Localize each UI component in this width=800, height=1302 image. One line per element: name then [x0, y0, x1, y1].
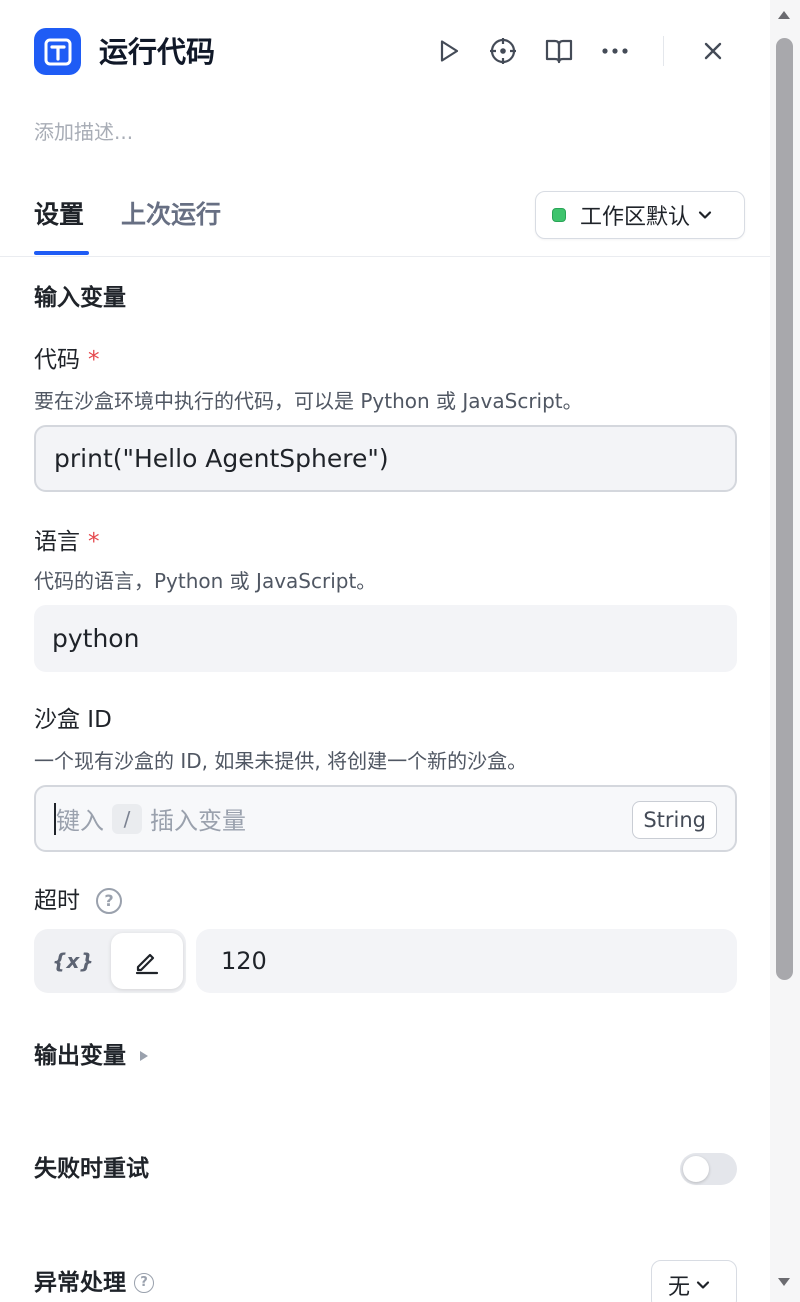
t-glyph-icon [44, 38, 71, 65]
scrollbar-thumb[interactable] [776, 38, 793, 980]
tab-settings[interactable]: 设置 [34, 196, 84, 234]
input-mode-toggle: {x} [34, 929, 186, 993]
run-button[interactable] [429, 32, 467, 70]
retry-label: 失败时重试 [34, 1156, 149, 1182]
exception-label-text: 异常处理 [34, 1270, 126, 1296]
timeout-input[interactable]: 120 [196, 929, 737, 993]
book-open-icon [545, 39, 573, 64]
code-label-text: 代码 [34, 347, 80, 373]
scroll-up-arrow-icon[interactable] [773, 4, 795, 26]
locate-button[interactable] [484, 32, 522, 70]
input-variables-title: 输入变量 [34, 285, 126, 311]
code-hint: 要在沙盒环境中执行的代码，可以是 Python 或 JavaScript。 [34, 389, 583, 413]
exception-select-value: 无 [668, 1275, 691, 1300]
language-label: 语言 * [34, 526, 100, 558]
play-icon [440, 40, 459, 62]
header-divider [663, 36, 664, 66]
sandbox-id-placeholder: 键入 / 插入变量 [56, 801, 246, 836]
output-variables-title: 输出变量 [34, 1043, 126, 1069]
exception-select[interactable]: 无 [651, 1260, 737, 1302]
output-variables-toggle[interactable]: 输出变量 [34, 1040, 150, 1072]
node-title: 运行代码 [99, 35, 216, 69]
workspace-select[interactable]: 工作区默认 [535, 191, 745, 239]
help-icon[interactable]: ? [134, 1273, 154, 1293]
language-input-value: python [52, 624, 140, 653]
tab-last-run[interactable]: 上次运行 [121, 196, 221, 234]
timeout-label: 超时 ? [34, 885, 122, 917]
sandbox-id-label: 沙盒 ID [34, 707, 112, 733]
caret-right-icon [140, 1051, 148, 1061]
pencil-icon [135, 953, 159, 975]
language-input[interactable]: python [34, 605, 737, 672]
placeholder-prefix: 键入 [56, 807, 104, 835]
close-icon [704, 42, 722, 60]
required-mark: * [88, 347, 100, 373]
node-settings-panel: 运行代码 添加描述... 设置 上次运行 工作区默认 输入变量 代码 * 要在沙… [0, 0, 770, 1302]
required-mark: * [88, 529, 100, 555]
language-hint: 代码的语言，Python 或 JavaScript。 [34, 569, 377, 593]
code-label: 代码 * [34, 344, 100, 376]
close-button[interactable] [694, 32, 732, 70]
docs-button[interactable] [540, 32, 578, 70]
workspace-select-label: 工作区默认 [580, 205, 691, 230]
tabs-divider [0, 256, 770, 257]
constant-mode-button[interactable] [111, 933, 183, 989]
slash-key-hint: / [112, 803, 142, 834]
chevron-down-icon [696, 1281, 710, 1289]
more-button[interactable] [596, 32, 634, 70]
variable-mode-button[interactable]: {x} [40, 935, 106, 987]
help-icon[interactable]: ? [96, 888, 122, 914]
description-input[interactable]: 添加描述... [34, 118, 133, 146]
sandbox-id-input[interactable]: 键入 / 插入变量 String [34, 785, 737, 852]
type-tag: String [632, 801, 717, 839]
text-tool-icon [34, 28, 81, 75]
timeout-label-text: 超时 [34, 888, 80, 914]
status-dot-icon [552, 208, 566, 222]
code-input-value: print("Hello AgentSphere") [54, 444, 389, 473]
language-label-text: 语言 [34, 529, 80, 555]
crosshair-icon [490, 38, 516, 64]
toggle-knob [683, 1156, 709, 1182]
retry-toggle[interactable] [680, 1153, 737, 1185]
chevron-down-icon [698, 210, 712, 220]
code-input[interactable]: print("Hello AgentSphere") [34, 425, 737, 492]
timeout-input-value: 120 [221, 947, 267, 975]
placeholder-suffix: 插入变量 [150, 807, 246, 835]
scroll-down-arrow-icon[interactable] [773, 1271, 795, 1293]
sandbox-id-hint: 一个现有沙盒的 ID, 如果未提供, 将创建一个新的沙盒。 [34, 749, 528, 773]
active-tab-indicator [34, 251, 89, 255]
more-dots-icon [602, 48, 628, 54]
exception-label: 异常处理 ? [34, 1267, 154, 1299]
